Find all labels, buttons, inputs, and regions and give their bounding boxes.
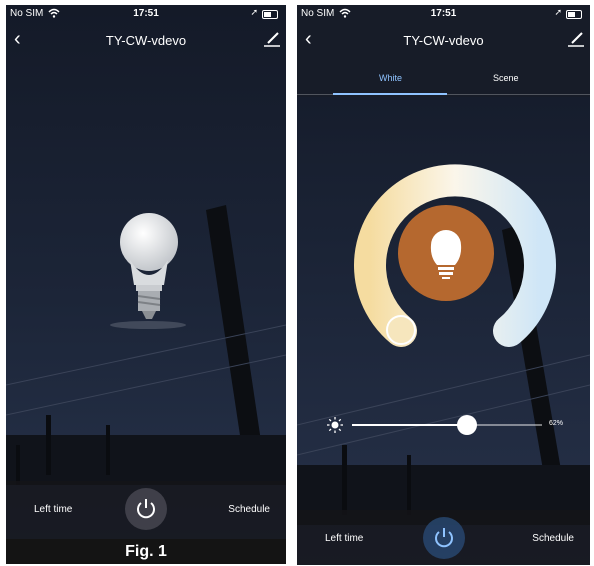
sun-icon <box>327 417 343 433</box>
bottom-bar: Left time Schedule <box>6 481 286 539</box>
battery-icon <box>566 10 582 19</box>
power-button[interactable] <box>422 517 465 559</box>
status-bar: No SIM 17:51 ➚ <box>297 5 590 23</box>
device-title: TY-CW-vdevo <box>403 33 484 48</box>
brightness-value: 62% <box>549 420 564 427</box>
schedule-button[interactable]: Schedule <box>532 533 574 544</box>
clock: 17:51 <box>430 8 457 19</box>
location-icon: ➚ <box>554 7 562 17</box>
nav-bar: ‹ TY-CW-vdevo <box>297 27 590 55</box>
clock: 17:51 <box>133 8 159 19</box>
power-icon <box>137 499 155 519</box>
phone-screen-white-control: No SIM 17:51 ➚ ‹ TY-CW-vdevo White Scene <box>297 5 590 565</box>
power-icon <box>434 528 453 548</box>
phone-screen-device-overview: No SIM 17:51 ➚ ‹ TY-CW-vdevo Left time S… <box>6 5 286 539</box>
night-sky-background <box>6 5 286 539</box>
left-time-button[interactable]: Left time <box>325 533 363 544</box>
power-button[interactable] <box>125 488 167 530</box>
bottom-bar: Left time Schedule <box>297 510 590 565</box>
mode-tabs: White Scene <box>297 65 590 95</box>
brightness-track-empty <box>467 424 542 426</box>
active-tab-indicator <box>333 93 447 95</box>
brightness-track-filled <box>352 424 467 426</box>
color-temperature-handle <box>386 315 416 345</box>
device-title: TY-CW-vdevo <box>105 33 187 48</box>
edit-icon[interactable] <box>264 31 280 47</box>
brightness-thumb[interactable] <box>457 415 477 435</box>
figure-caption: Fig. 1 <box>6 539 286 564</box>
location-icon: ➚ <box>250 7 258 17</box>
tab-scene[interactable]: Scene <box>493 73 519 83</box>
nav-bar: ‹ TY-CW-vdevo <box>6 27 286 55</box>
schedule-button[interactable]: Schedule <box>228 504 270 515</box>
status-bar: No SIM 17:51 ➚ <box>6 5 286 23</box>
edit-icon[interactable] <box>568 31 584 47</box>
tab-white[interactable]: White <box>379 73 402 83</box>
left-time-button[interactable]: Left time <box>34 504 72 515</box>
battery-icon <box>262 10 278 19</box>
brightness-slider[interactable]: 62% <box>327 410 565 440</box>
